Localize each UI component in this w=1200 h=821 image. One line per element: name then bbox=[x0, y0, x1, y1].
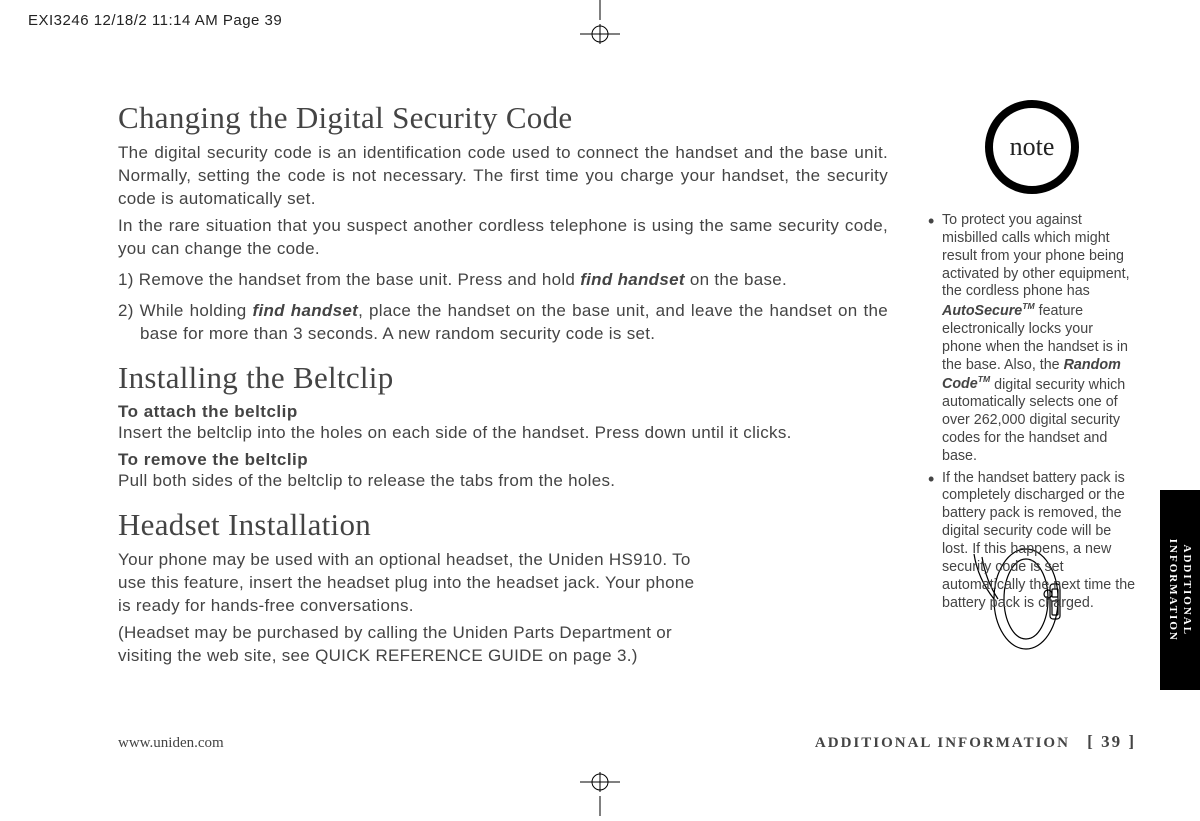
sub-heading: To attach the beltclip bbox=[118, 402, 888, 422]
note-bullet: If the handset battery pack is completel… bbox=[928, 470, 1136, 613]
sub-heading: To remove the beltclip bbox=[118, 450, 888, 470]
footer-section: ADDITIONAL INFORMATION [ 39 ] bbox=[815, 732, 1136, 752]
paragraph: Pull both sides of the beltclip to relea… bbox=[118, 470, 888, 493]
section-tab: ADDITIONALINFORMATION bbox=[1160, 490, 1200, 690]
paragraph: (Headset may be purchased by calling the… bbox=[118, 622, 698, 668]
paragraph: Insert the beltclip into the holes on ea… bbox=[118, 422, 888, 445]
section-heading: Installing the Beltclip bbox=[118, 360, 888, 396]
crop-info: EXI3246 12/18/2 11:14 AM Page 39 bbox=[28, 12, 282, 29]
note-icon: note bbox=[928, 100, 1136, 194]
note-bullet: To protect you against misbilled calls w… bbox=[928, 212, 1136, 466]
crop-mark-bottom bbox=[570, 768, 630, 821]
main-content: Changing the Digital Security Code The d… bbox=[118, 100, 888, 672]
paragraph: In the rare situation that you suspect a… bbox=[118, 215, 888, 261]
page-footer: www.uniden.com ADDITIONAL INFORMATION [ … bbox=[118, 732, 1136, 752]
step-item: 2) While holding find handset, place the… bbox=[118, 300, 888, 346]
footer-url: www.uniden.com bbox=[118, 735, 224, 752]
section-heading: Headset Installation bbox=[118, 507, 888, 543]
paragraph: Your phone may be used with an optional … bbox=[118, 549, 698, 618]
section-heading: Changing the Digital Security Code bbox=[118, 100, 888, 136]
note-sidebar: note To protect you against misbilled ca… bbox=[928, 100, 1136, 616]
crop-mark-top bbox=[570, 0, 630, 53]
paragraph: The digital security code is an identifi… bbox=[118, 142, 888, 211]
step-item: 1) Remove the handset from the base unit… bbox=[118, 269, 888, 292]
